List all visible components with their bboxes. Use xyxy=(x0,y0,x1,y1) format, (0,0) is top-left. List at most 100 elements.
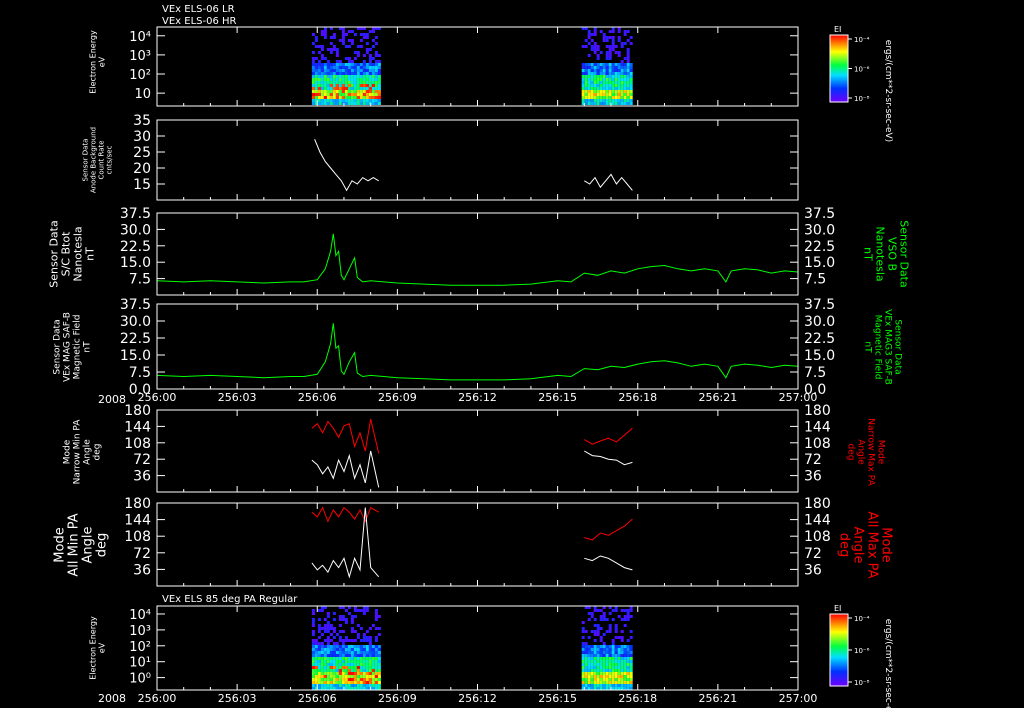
spectrogram-cell xyxy=(623,657,627,660)
spectrogram-cell xyxy=(317,684,321,687)
spectrogram-cell xyxy=(611,81,615,84)
spectrogram-cell xyxy=(581,678,585,681)
spectrogram-cell xyxy=(617,666,621,669)
spectrogram-cell xyxy=(365,654,369,657)
spectrogram-cell xyxy=(623,93,627,96)
spectrogram-cell xyxy=(605,84,609,87)
colorbar-unit: ergs/(cm**2-sr-sec-eV) xyxy=(883,40,893,142)
time-tick-label: 256:03 xyxy=(218,692,257,705)
spectrogram-cell xyxy=(584,669,588,672)
spectrogram-cell xyxy=(320,93,324,96)
spectrogram-cell xyxy=(329,633,333,636)
panel-2-ylabel: Sensor Data Anode Background Count Rate cnt… xyxy=(82,127,114,193)
spectrogram-cell xyxy=(353,663,357,666)
spectrogram-cell xyxy=(362,75,366,78)
spectrogram-cell xyxy=(605,63,609,66)
spectrogram-cell xyxy=(626,39,630,42)
spectrogram-cell xyxy=(311,612,315,615)
spectrogram-cell xyxy=(329,84,333,87)
spectrogram-cell xyxy=(620,666,624,669)
spectrogram-cell xyxy=(359,654,363,657)
spectrogram-cell xyxy=(626,666,630,669)
spectrogram-cell xyxy=(311,663,315,666)
spectrogram-cell xyxy=(362,60,366,63)
spectrogram-cell xyxy=(581,669,585,672)
spectrogram-cell xyxy=(377,615,381,618)
spectrogram-cell xyxy=(332,81,336,84)
panel-2-series-1 xyxy=(314,139,379,192)
spectrogram-cell xyxy=(629,609,633,612)
spectrogram-cell xyxy=(602,618,606,621)
spectrogram-cell xyxy=(605,93,609,96)
spectrogram-cell xyxy=(350,93,354,96)
spectrogram-cell xyxy=(623,30,627,33)
spectrogram-cell xyxy=(629,75,633,78)
spectrogram-cell xyxy=(377,672,381,675)
spectrogram-cell xyxy=(365,81,369,84)
ytick-label: 108 xyxy=(124,436,151,452)
spectrogram-cell xyxy=(344,75,348,78)
spectrogram-cell xyxy=(599,66,603,69)
spectrogram-cell xyxy=(356,651,360,654)
spectrogram-cell xyxy=(314,651,318,654)
spectrogram-cell xyxy=(614,684,618,687)
spectrogram-cell xyxy=(329,87,333,90)
spectrogram-cell xyxy=(332,645,336,648)
spectrogram-cell xyxy=(374,102,378,105)
spectrogram-cell xyxy=(602,93,606,96)
spectrogram-cell xyxy=(356,660,360,663)
spectrogram-cell xyxy=(629,645,633,648)
ytick-label-right: 180 xyxy=(804,496,831,512)
spectrogram-cell xyxy=(611,654,615,657)
spectrogram-cell xyxy=(374,663,378,666)
spectrogram-cell xyxy=(587,30,591,33)
spectrogram-cell xyxy=(599,669,603,672)
spectrogram-cell xyxy=(629,72,633,75)
spectrogram-cell xyxy=(341,663,345,666)
spectrogram-cell xyxy=(365,51,369,54)
spectrogram-cell xyxy=(311,78,315,81)
spectrogram-cell xyxy=(611,48,615,51)
spectrogram-cell xyxy=(614,663,618,666)
spectrogram-cell xyxy=(323,654,327,657)
spectrogram-cell xyxy=(365,645,369,648)
ytick-label: 180 xyxy=(124,496,151,512)
spectrogram-cell xyxy=(629,681,633,684)
spectrogram-cell xyxy=(362,78,366,81)
spectrogram-cell xyxy=(329,42,333,45)
spectrogram-cell xyxy=(317,609,321,612)
spectrogram-cell xyxy=(614,675,618,678)
spectrogram-cell xyxy=(311,69,315,72)
spectrogram-cell xyxy=(371,681,375,684)
spectrogram-cell xyxy=(602,90,606,93)
spectrogram-cell xyxy=(317,651,321,654)
spectrogram-cell xyxy=(377,60,381,63)
spectrogram-cell xyxy=(323,675,327,678)
spectrogram-cell xyxy=(593,84,597,87)
spectrogram-cell xyxy=(626,648,630,651)
spectrogram-cell xyxy=(590,630,594,633)
spectrogram-cell xyxy=(587,33,591,36)
spectrogram-cell xyxy=(362,63,366,66)
spectrogram-cell xyxy=(347,681,351,684)
spectrogram-cell xyxy=(623,63,627,66)
spectrogram-cell xyxy=(365,648,369,651)
spectrogram-cell xyxy=(623,678,627,681)
spectrogram-cell xyxy=(371,666,375,669)
spectrogram-cell xyxy=(617,66,621,69)
panel-5-series-4 xyxy=(584,450,633,466)
spectrogram-cell xyxy=(605,684,609,687)
spectrogram-cell xyxy=(587,678,591,681)
spectrogram-cell xyxy=(623,615,627,618)
spectrogram-cell xyxy=(338,615,342,618)
spectrogram-cell xyxy=(629,636,633,639)
spectrogram-cell xyxy=(377,651,381,654)
spectrogram-cell xyxy=(374,69,378,72)
spectrogram-cell xyxy=(350,672,354,675)
spectrogram-cell xyxy=(377,648,381,651)
spectrogram-cell xyxy=(347,684,351,687)
spectrogram-cell xyxy=(344,102,348,105)
spectrogram-cell xyxy=(581,69,585,72)
spectrogram-cell xyxy=(359,33,363,36)
spectrogram-cell xyxy=(314,39,318,42)
